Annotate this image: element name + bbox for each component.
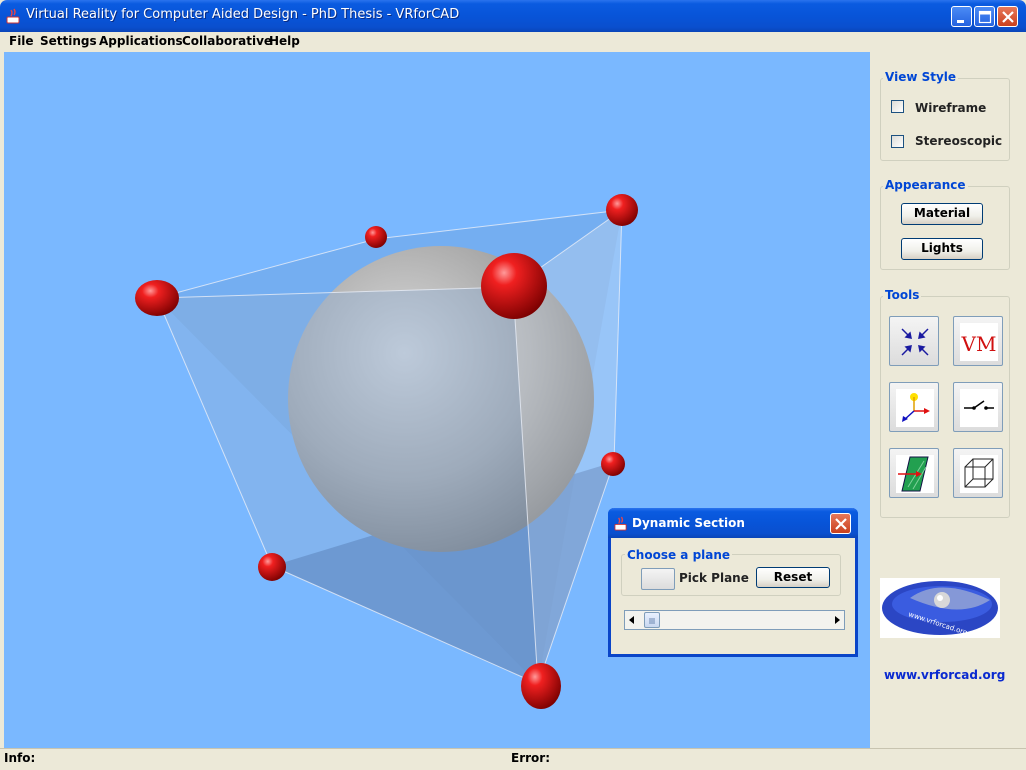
axes-icon <box>896 389 934 427</box>
reset-button[interactable]: Reset <box>756 567 830 588</box>
error-label: Error: <box>511 751 550 765</box>
menu-help[interactable]: Help <box>269 34 300 48</box>
cube-tool-button[interactable] <box>953 448 1003 498</box>
section-plane-icon <box>896 455 934 493</box>
vertex-handle[interactable] <box>481 253 547 319</box>
move-arrows-icon <box>901 328 929 356</box>
slider-thumb[interactable] <box>644 612 660 628</box>
minimize-icon <box>957 20 964 23</box>
java-app-icon <box>6 8 20 24</box>
pick-plane-toggle[interactable] <box>641 568 675 590</box>
material-button[interactable]: Material <box>901 203 983 225</box>
vertex-handle[interactable] <box>601 452 625 476</box>
section-slider[interactable] <box>624 610 845 630</box>
window-titlebar[interactable]: Virtual Reality for Computer Aided Desig… <box>0 0 1026 32</box>
vm-tool-button[interactable]: VM <box>953 316 1003 366</box>
slider-left-arrow[interactable] <box>625 611 639 629</box>
stereoscopic-checkbox[interactable] <box>891 135 904 148</box>
vertex-handle[interactable] <box>365 226 387 248</box>
slider-right-arrow[interactable] <box>830 611 844 629</box>
tools-title: Tools <box>883 288 922 302</box>
pick-plane-label: Pick Plane <box>679 571 749 585</box>
axes-tool-button[interactable] <box>889 382 939 432</box>
close-icon <box>835 518 847 530</box>
info-label: Info: <box>4 751 36 765</box>
section-tool-button[interactable] <box>889 448 939 498</box>
arrow-right-icon <box>835 616 840 624</box>
wireframe-label: Wireframe <box>915 101 987 115</box>
vertex-handle[interactable] <box>135 280 179 316</box>
window-title: Virtual Reality for Computer Aided Desig… <box>26 7 460 22</box>
menu-file[interactable]: File <box>9 34 34 48</box>
maximize-button[interactable] <box>974 6 995 27</box>
menu-applications[interactable]: Applications <box>99 34 183 48</box>
stereoscopic-label: Stereoscopic <box>915 134 1003 148</box>
statusbar: Info: Error: <box>0 748 1026 770</box>
wireframe-checkbox[interactable] <box>891 100 904 113</box>
switch-tool-button[interactable] <box>953 382 1003 432</box>
move-tool-button[interactable] <box>889 316 939 366</box>
dynamic-section-dialog: Dynamic Section Choose a plane Pick Plan… <box>608 508 858 657</box>
dialog-title: Dynamic Section <box>632 516 745 530</box>
svg-text:VM: VM <box>961 332 997 356</box>
vertex-handle[interactable] <box>258 553 286 581</box>
vrforcad-logo: www.vrforcad.org <box>880 578 1000 638</box>
choose-plane-title: Choose a plane <box>625 548 733 562</box>
dialog-close-button[interactable] <box>830 513 851 534</box>
close-button[interactable] <box>997 6 1018 27</box>
wireframe-cube-icon <box>960 455 998 493</box>
maximize-icon <box>978 10 992 24</box>
grip-icon <box>649 618 655 624</box>
arrow-left-icon <box>629 616 634 624</box>
view-style-title: View Style <box>883 70 959 84</box>
switch-icon <box>960 389 998 427</box>
website-link[interactable]: www.vrforcad.org <box>884 668 1005 682</box>
control-panel: View Style Wireframe Stereoscopic Appear… <box>870 52 1023 748</box>
appearance-title: Appearance <box>883 178 968 192</box>
close-icon <box>1002 11 1014 23</box>
minimize-button[interactable] <box>951 6 972 27</box>
lights-button[interactable]: Lights <box>901 238 983 260</box>
menubar: File Settings Applications Collaborative… <box>3 32 1023 52</box>
java-app-icon <box>614 516 627 531</box>
vertex-handle[interactable] <box>606 194 638 226</box>
menu-settings[interactable]: Settings <box>40 34 97 48</box>
menu-collaborative[interactable]: Collaborative <box>182 34 272 48</box>
vertex-handle[interactable] <box>521 663 561 709</box>
vm-icon: VM <box>960 323 998 361</box>
dialog-titlebar[interactable]: Dynamic Section <box>608 508 858 538</box>
view-style-group <box>880 78 1010 161</box>
